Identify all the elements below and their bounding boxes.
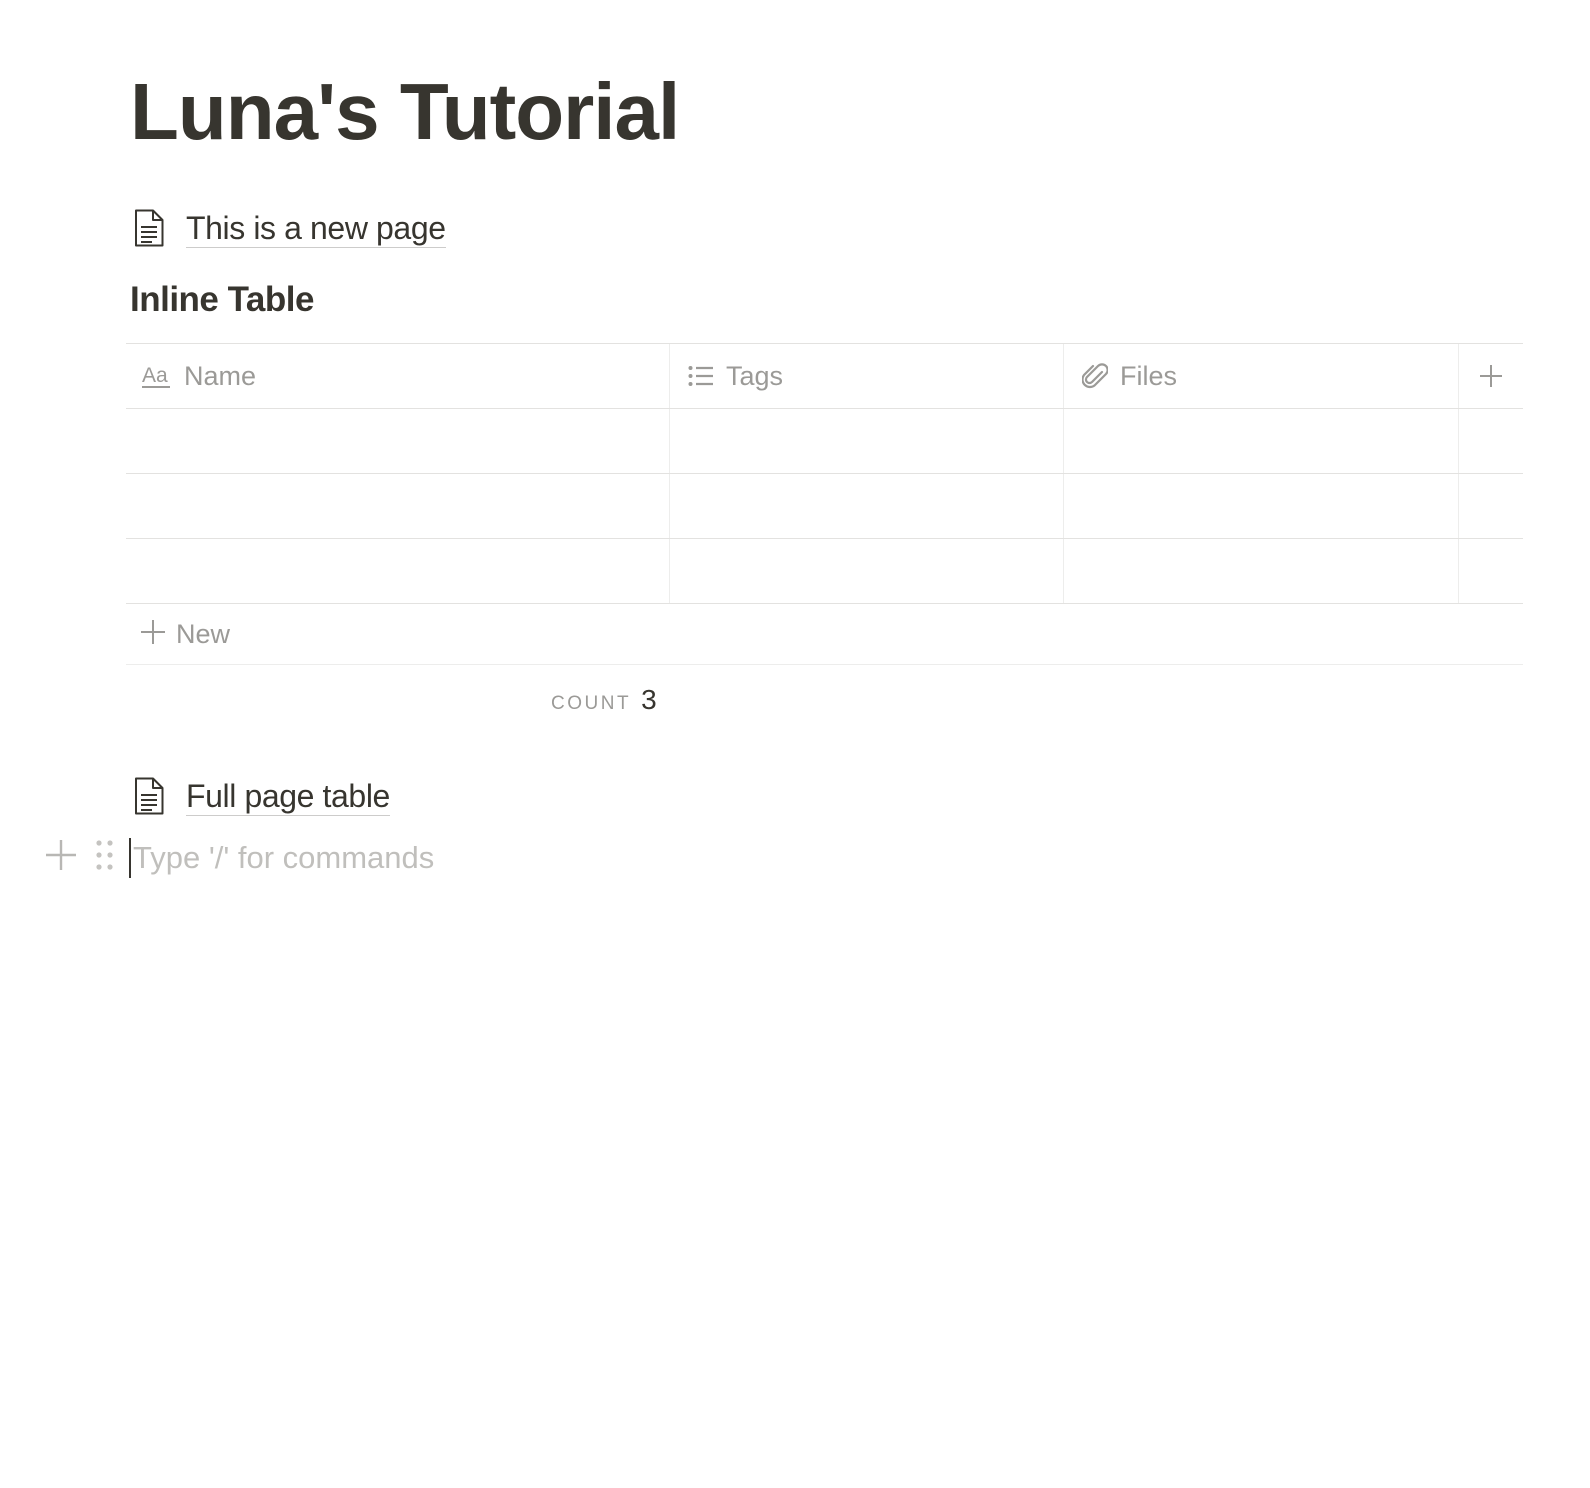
column-header-tags[interactable]: Tags xyxy=(670,344,1064,408)
table-header-row: Aa Name Tags Files xyxy=(126,344,1523,409)
column-header-label: Tags xyxy=(726,360,784,391)
command-input[interactable] xyxy=(129,838,829,878)
column-header-label: Files xyxy=(1120,360,1178,391)
table-count-footer[interactable]: COUNT 3 xyxy=(551,684,657,716)
column-header-label: Name xyxy=(184,360,257,391)
cell-spacer xyxy=(1459,539,1523,603)
drag-handle-icon[interactable] xyxy=(94,838,116,872)
add-row-label: New xyxy=(176,618,231,649)
table-row[interactable] xyxy=(126,474,1523,539)
cell-files[interactable] xyxy=(1064,539,1459,603)
cell-files[interactable] xyxy=(1064,409,1459,473)
cell-tags[interactable] xyxy=(670,474,1064,538)
document-icon xyxy=(132,776,166,816)
inline-table: Aa Name Tags Files New xyxy=(126,343,1523,665)
text-property-icon: Aa xyxy=(142,363,172,389)
document-icon xyxy=(132,208,166,248)
cell-files[interactable] xyxy=(1064,474,1459,538)
paperclip-icon xyxy=(1082,362,1108,390)
count-label: COUNT xyxy=(551,693,632,714)
plus-icon xyxy=(140,619,166,650)
page-link-new-page[interactable]: This is a new page xyxy=(132,206,446,250)
multi-select-icon xyxy=(688,365,714,387)
svg-text:Aa: Aa xyxy=(142,364,168,387)
page-link-label: Full page table xyxy=(186,777,390,816)
cell-name[interactable] xyxy=(126,474,670,538)
cell-name[interactable] xyxy=(126,409,670,473)
page-link-label: This is a new page xyxy=(186,209,446,248)
cell-tags[interactable] xyxy=(670,409,1064,473)
column-header-files[interactable]: Files xyxy=(1064,344,1459,408)
add-block-icon[interactable] xyxy=(44,838,78,872)
cell-spacer xyxy=(1459,409,1523,473)
cell-spacer xyxy=(1459,474,1523,538)
table-row[interactable] xyxy=(126,409,1523,474)
page-link-full-page-table[interactable]: Full page table xyxy=(132,774,390,818)
page-title[interactable]: Luna's Tutorial xyxy=(130,66,680,158)
cell-tags[interactable] xyxy=(670,539,1064,603)
cell-name[interactable] xyxy=(126,539,670,603)
column-header-name[interactable]: Aa Name xyxy=(126,344,670,408)
count-value: 3 xyxy=(641,684,657,715)
table-row[interactable] xyxy=(126,539,1523,604)
add-column-button[interactable] xyxy=(1459,344,1523,408)
inline-table-title[interactable]: Inline Table xyxy=(130,280,314,320)
plus-icon xyxy=(1479,364,1503,388)
add-row-button[interactable]: New xyxy=(126,604,1523,665)
block-controls xyxy=(44,838,116,872)
notion-page: Luna's Tutorial This is a new page Inlin… xyxy=(0,0,1590,1488)
